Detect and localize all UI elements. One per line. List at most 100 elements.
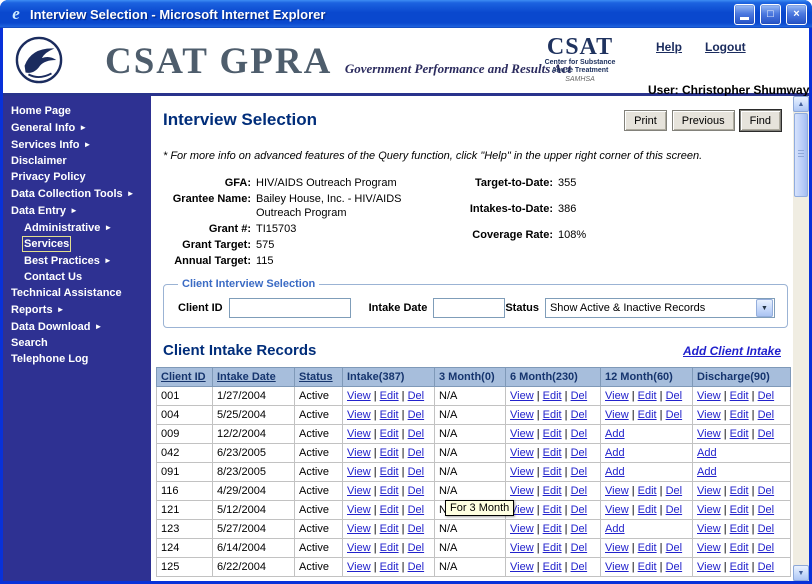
maximize-button[interactable]: □ (760, 3, 781, 25)
edit-link[interactable]: Edit (730, 523, 749, 535)
edit-link[interactable]: Edit (730, 504, 749, 516)
edit-link[interactable]: Edit (380, 466, 399, 478)
add-link[interactable]: Add (605, 523, 625, 535)
titlebar[interactable]: e Interview Selection - Microsoft Intern… (0, 0, 812, 28)
edit-link[interactable]: Edit (380, 390, 399, 402)
edit-link[interactable]: Edit (730, 485, 749, 497)
sidebar-item-data-collection-tools[interactable]: Data Collection Tools ► (3, 187, 151, 201)
view-link[interactable]: View (510, 428, 534, 440)
view-link[interactable]: View (697, 561, 721, 573)
view-link[interactable]: View (605, 485, 629, 497)
del-link[interactable]: Del (758, 504, 775, 516)
minimize-button[interactable] (734, 3, 755, 25)
view-link[interactable]: View (347, 542, 371, 554)
del-link[interactable]: Del (758, 485, 775, 497)
scrollbar-thumb[interactable] (794, 113, 808, 197)
sidebar-item-data-download[interactable]: Data Download ► (3, 320, 151, 334)
view-link[interactable]: View (510, 561, 534, 573)
del-link[interactable]: Del (571, 466, 588, 478)
view-link[interactable]: View (697, 485, 721, 497)
scroll-up-button[interactable]: ▲ (793, 96, 809, 112)
del-link[interactable]: Del (758, 523, 775, 535)
del-link[interactable]: Del (758, 390, 775, 402)
scroll-down-button[interactable]: ▼ (793, 565, 809, 581)
view-link[interactable]: View (697, 390, 721, 402)
edit-link[interactable]: Edit (543, 485, 562, 497)
edit-link[interactable]: Edit (543, 504, 562, 516)
sidebar-item-general-info[interactable]: General Info ► (3, 121, 151, 135)
del-link[interactable]: Del (571, 428, 588, 440)
edit-link[interactable]: Edit (543, 466, 562, 478)
view-link[interactable]: View (510, 542, 534, 554)
edit-link[interactable]: Edit (543, 447, 562, 459)
edit-link[interactable]: Edit (730, 428, 749, 440)
del-link[interactable]: Del (758, 561, 775, 573)
del-link[interactable]: Del (571, 390, 588, 402)
sidebar-item-reports[interactable]: Reports ► (3, 303, 151, 317)
del-link[interactable]: Del (666, 409, 683, 421)
column-header[interactable]: Status (294, 367, 343, 387)
edit-link[interactable]: Edit (543, 542, 562, 554)
view-link[interactable]: View (510, 485, 534, 497)
del-link[interactable]: Del (408, 485, 425, 497)
view-link[interactable]: View (510, 523, 534, 535)
view-link[interactable]: View (510, 466, 534, 478)
del-link[interactable]: Del (666, 542, 683, 554)
help-link[interactable]: Help (656, 40, 682, 54)
del-link[interactable]: Del (408, 428, 425, 440)
sidebar-item-technical-assistance[interactable]: Technical Assistance (3, 287, 151, 300)
sidebar-item-contact-us[interactable]: Contact Us (3, 271, 151, 284)
del-link[interactable]: Del (571, 561, 588, 573)
del-link[interactable]: Del (758, 428, 775, 440)
view-link[interactable]: View (347, 428, 371, 440)
del-link[interactable]: Del (571, 485, 588, 497)
edit-link[interactable]: Edit (380, 447, 399, 459)
add-link[interactable]: Add (605, 428, 625, 440)
sidebar-item-services-info[interactable]: Services Info ► (3, 138, 151, 152)
intake-date-input[interactable] (433, 298, 506, 318)
sidebar-item-best-practices[interactable]: Best Practices ► (3, 254, 151, 268)
status-select[interactable]: Show Active & Inactive Records ▼ (544, 298, 775, 318)
view-link[interactable]: View (605, 409, 629, 421)
view-link[interactable]: View (347, 523, 371, 535)
edit-link[interactable]: Edit (638, 390, 657, 402)
add-link[interactable]: Add (605, 447, 625, 459)
del-link[interactable]: Del (408, 542, 425, 554)
view-link[interactable]: View (347, 504, 371, 516)
del-link[interactable]: Del (408, 409, 425, 421)
sidebar-item-services[interactable]: Services (3, 236, 151, 252)
find-button[interactable]: Find (738, 109, 783, 132)
vertical-scrollbar[interactable]: ▲ ▼ (793, 96, 809, 581)
del-link[interactable]: Del (571, 447, 588, 459)
edit-link[interactable]: Edit (730, 542, 749, 554)
edit-link[interactable]: Edit (380, 542, 399, 554)
sidebar-item-telephone-log[interactable]: Telephone Log (3, 353, 151, 366)
view-link[interactable]: View (605, 390, 629, 402)
edit-link[interactable]: Edit (380, 428, 399, 440)
view-link[interactable]: View (697, 542, 721, 554)
view-link[interactable]: View (697, 428, 721, 440)
add-link[interactable]: Add (697, 466, 717, 478)
sort-link[interactable]: Status (299, 371, 333, 383)
view-link[interactable]: View (605, 504, 629, 516)
del-link[interactable]: Del (408, 523, 425, 535)
sidebar-item-privacy-policy[interactable]: Privacy Policy (3, 171, 151, 184)
view-link[interactable]: View (605, 561, 629, 573)
edit-link[interactable]: Edit (638, 561, 657, 573)
sidebar-item-administrative[interactable]: Administrative ► (3, 221, 151, 235)
column-header[interactable]: Intake Date (212, 367, 295, 387)
del-link[interactable]: Del (571, 504, 588, 516)
del-link[interactable]: Del (666, 390, 683, 402)
view-link[interactable]: View (605, 542, 629, 554)
edit-link[interactable]: Edit (543, 523, 562, 535)
sidebar-item-search[interactable]: Search (3, 337, 151, 350)
del-link[interactable]: Del (408, 390, 425, 402)
del-link[interactable]: Del (408, 561, 425, 573)
view-link[interactable]: View (697, 523, 721, 535)
view-link[interactable]: View (347, 447, 371, 459)
sidebar-item-home-page[interactable]: Home Page (3, 105, 151, 118)
edit-link[interactable]: Edit (638, 409, 657, 421)
view-link[interactable]: View (697, 409, 721, 421)
view-link[interactable]: View (510, 390, 534, 402)
del-link[interactable]: Del (666, 485, 683, 497)
